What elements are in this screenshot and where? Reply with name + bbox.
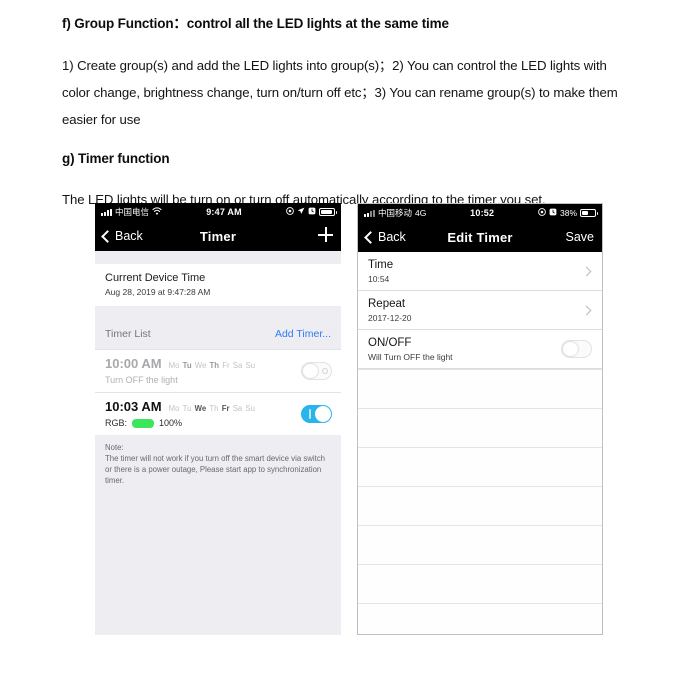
toggle-knob [315, 406, 331, 422]
location-services-icon [286, 207, 294, 217]
empty-row [358, 448, 602, 487]
day-chip: We [194, 361, 207, 370]
row-value: 2017-12-20 [368, 313, 412, 323]
top-spacer [95, 251, 341, 264]
onoff-toggle[interactable] [561, 340, 592, 358]
row-title: Time [368, 259, 394, 271]
day-chip: Mo [168, 404, 180, 413]
location-arrow-icon [297, 207, 305, 217]
section-f-body: 1) Create group(s) and add the LED light… [62, 58, 618, 128]
brightness-value: 100% [159, 418, 183, 428]
timer-list-header: Timer List Add Timer... [95, 319, 341, 349]
timer-row[interactable]: 10:00 AM Mo Tu We Th Fr Sa Su Turn OFF t… [95, 349, 341, 392]
empty-row [358, 409, 602, 448]
timer-subtitle: Turn OFF the light [105, 375, 178, 385]
battery-icon [580, 209, 598, 217]
timer-row[interactable]: 10:03 AM Mo Tu We Th Fr Sa Su RGB: 100% [95, 392, 341, 435]
signal-bars-icon [101, 208, 112, 216]
plus-icon [318, 227, 333, 242]
carrier-label: 中国电信 [115, 207, 150, 217]
right-content: Time 10:54 Repeat 2017-12-20 ON/OFF Will… [358, 252, 602, 634]
status-time: 9:47 AM [206, 207, 242, 217]
status-time: 10:52 [470, 208, 495, 218]
timer-list-label: Timer List [105, 328, 151, 340]
location-services-icon [538, 208, 546, 218]
note-text: The timer will not work if you turn off … [105, 454, 325, 485]
back-label: Back [378, 230, 406, 244]
device-time-value: Aug 28, 2019 at 9:47:28 AM [105, 287, 211, 297]
phone-screenshot-edit-timer: 中国移动 4G 10:52 38% Back Edit Timer Save T… [357, 203, 603, 635]
back-button[interactable]: Back [101, 229, 143, 243]
network-type-label: 4G [415, 208, 427, 218]
back-button[interactable]: Back [364, 230, 406, 244]
timer-time: 10:03 AM [105, 399, 162, 414]
row-value: Will Turn OFF the light [368, 352, 453, 362]
day-chip: Th [209, 404, 219, 413]
wifi-icon [152, 207, 162, 217]
toggle-knob [562, 341, 579, 357]
timer-days: Mo Tu We Th Fr Sa Su [169, 361, 255, 370]
toggle-on-bar-icon [309, 409, 311, 419]
edit-row-onoff[interactable]: ON/OFF Will Turn OFF the light [358, 330, 602, 369]
edit-row-repeat[interactable]: Repeat 2017-12-20 [358, 291, 602, 330]
document-text: f) Group Function：control all the LED li… [62, 14, 638, 213]
row-value: 10:54 [368, 274, 390, 284]
timer-toggle[interactable] [301, 405, 332, 423]
alarm-clock-icon [549, 208, 557, 218]
edit-row-time[interactable]: Time 10:54 [358, 252, 602, 291]
section-f-heading: f) Group Function：control all the LED li… [62, 16, 449, 31]
day-chip: Sa [232, 361, 243, 370]
rgb-color-swatch [132, 418, 155, 428]
phone-screenshot-timer-list: 中国电信 9:47 AM Back Timer Current Device T… [95, 203, 341, 635]
timer-days: Mo Tu We Th Fr Sa Su [169, 404, 255, 413]
empty-rows-container [358, 369, 602, 634]
empty-row [358, 526, 602, 565]
back-label: Back [115, 229, 143, 243]
timer-time: 10:00 AM [105, 356, 162, 371]
current-device-time-card: Current Device Time Aug 28, 2019 at 9:47… [95, 264, 341, 306]
alarm-clock-icon [308, 207, 316, 217]
left-content: Current Device Time Aug 28, 2019 at 9:47… [95, 251, 341, 635]
left-status-bar: 中国电信 9:47 AM [95, 203, 341, 221]
add-timer-link[interactable]: Add Timer... [275, 328, 331, 340]
toggle-knob [302, 363, 319, 379]
day-chip: Mo [168, 361, 180, 370]
day-chip: Tu [182, 361, 192, 370]
day-chip: Th [209, 361, 220, 370]
save-button[interactable]: Save [566, 230, 595, 244]
note-title: Note: [105, 443, 124, 452]
day-chip: Su [245, 361, 256, 370]
day-chip: Fr [222, 361, 230, 370]
note-block: Note: The timer will not work if you tur… [95, 435, 341, 486]
row-title: ON/OFF [368, 337, 412, 349]
empty-row [358, 487, 602, 526]
chevron-left-icon [364, 230, 377, 244]
row-title: Repeat [368, 298, 406, 310]
right-status-bar: 中国移动 4G 10:52 38% [358, 204, 602, 222]
day-chip: We [194, 404, 207, 413]
day-chip: Tu [182, 404, 192, 413]
carrier-label: 中国移动 [378, 208, 413, 218]
toggle-off-circle-icon [322, 368, 328, 374]
signal-bars-icon [364, 209, 375, 217]
section-spacer [95, 306, 341, 319]
chevron-left-icon [101, 229, 114, 243]
timer-toggle[interactable] [301, 362, 332, 380]
device-time-title: Current Device Time [105, 272, 206, 284]
empty-row [358, 369, 602, 409]
empty-row [358, 604, 602, 634]
empty-row [358, 565, 602, 604]
left-nav-bar: Back Timer [95, 221, 341, 251]
battery-icon [319, 208, 337, 216]
day-chip: Sa [232, 404, 243, 413]
battery-percent-label: 38% [559, 208, 577, 218]
day-chip: Fr [221, 404, 230, 413]
day-chip: Su [245, 404, 255, 413]
right-nav-bar: Back Edit Timer Save [358, 222, 602, 252]
add-timer-button[interactable] [318, 227, 333, 245]
rgb-label: RGB: [105, 418, 128, 428]
section-g-heading: g) Timer function [62, 151, 170, 167]
